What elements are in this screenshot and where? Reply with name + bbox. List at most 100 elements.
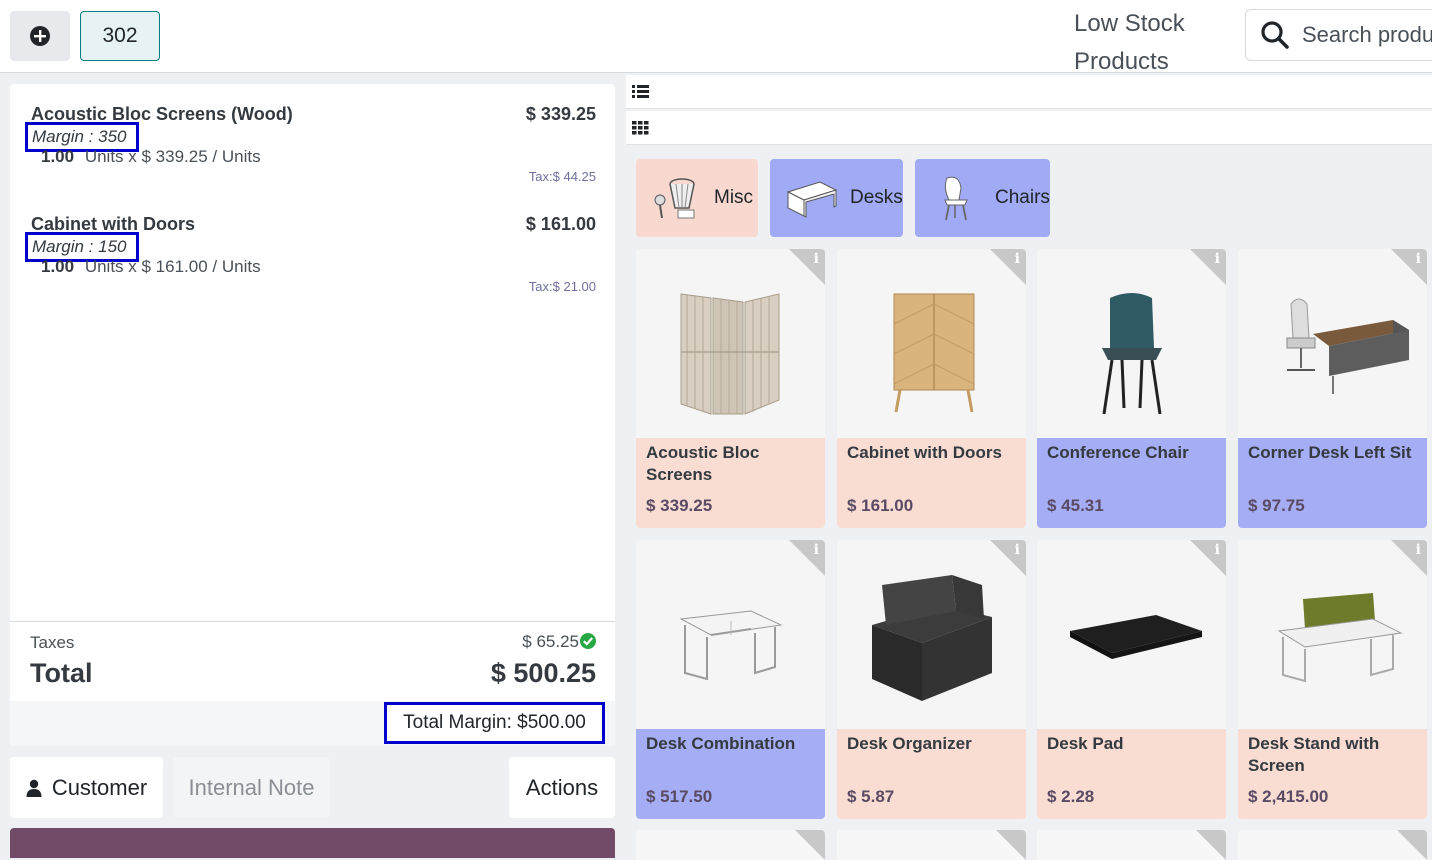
product-card[interactable]: i Conference Chair $ 45.31 (1037, 249, 1226, 528)
order-line-price: $ 161.00 (525, 214, 596, 234)
search-bar[interactable] (1245, 9, 1432, 61)
product-info-corner[interactable] (795, 830, 825, 860)
product-info-corner[interactable] (1190, 540, 1226, 576)
product-card[interactable]: i Desk Organizer $ 5.87 (837, 540, 1026, 819)
order-tab-button[interactable]: 302 (80, 11, 160, 61)
info-icon[interactable]: i (814, 542, 819, 558)
product-name: Conference Chair (1047, 443, 1189, 462)
order-line-tax: Tax:$ 21.00 (528, 279, 596, 294)
office-desk-image (1286, 298, 1409, 394)
search-icon (1261, 21, 1289, 49)
product-card-body: Desk Organizer $ 5.87 (837, 729, 1026, 819)
category-chairs[interactable]: Chairs (915, 159, 1050, 237)
chair-category-image (944, 176, 968, 221)
product-card-partial[interactable] (1238, 830, 1427, 860)
product-name: Desk Organizer (847, 734, 972, 753)
category-label: Misc (714, 187, 754, 208)
info-icon[interactable]: i (1215, 542, 1220, 558)
category-label: Chairs (995, 187, 1050, 208)
info-icon[interactable]: i (1015, 251, 1020, 267)
order-line-quantity: 1.00 Units x $ 339.25 / Units (41, 147, 261, 167)
order-line-qty-detail: Units x $ 161.00 / Units (84, 257, 261, 276)
product-card[interactable]: i Desk Combination $ 517.50 (636, 540, 825, 819)
desk-stand-image (1277, 592, 1403, 682)
product-info-corner[interactable] (990, 540, 1026, 576)
order-line-qty-value: 1.00 (41, 257, 75, 276)
taxes-value: $ 65.25 (522, 632, 579, 651)
new-order-button[interactable] (10, 11, 70, 61)
product-price: $ 2.28 (1047, 787, 1095, 806)
order-line[interactable]: Acoustic Bloc Screens (Wood) $ 339.25 Ma… (25, 104, 596, 194)
low-stock-products-link[interactable]: Low Stock Products (1074, 5, 1214, 81)
product-info-corner[interactable] (789, 249, 825, 285)
order-totals: Taxes $ 65.25 Total $ 500.25 (10, 621, 615, 701)
misc-category-image (654, 178, 695, 219)
taxes-label: Taxes (30, 633, 75, 652)
order-line-quantity: 1.00 Units x $ 161.00 / Units (41, 257, 261, 277)
total-margin-box: Total Margin: $500.00 (384, 702, 605, 744)
top-bar: 302 Low Stock Products (0, 0, 1432, 75)
category-misc[interactable]: Misc (636, 159, 758, 237)
product-name: Acoustic Bloc Screens (646, 443, 760, 484)
product-info-corner[interactable] (789, 540, 825, 576)
product-card-partial[interactable] (837, 830, 1026, 860)
screen-divider-image (680, 292, 779, 415)
desk-pad-image (1069, 614, 1202, 659)
check-circle-icon (580, 633, 596, 649)
product-card[interactable]: i Corner Desk Left Sit $ 97.75 (1238, 249, 1427, 528)
total-label: Total (30, 658, 93, 688)
plus-circle-icon (30, 26, 50, 46)
cabinet-image (893, 293, 974, 412)
product-info-corner[interactable] (1397, 830, 1427, 860)
product-card-body: Desk Pad $ 2.28 (1037, 729, 1226, 819)
grid-icon (632, 121, 649, 135)
product-info-corner[interactable] (990, 249, 1026, 285)
info-icon[interactable]: i (1215, 251, 1220, 267)
product-price: $ 161.00 (847, 496, 914, 515)
order-line-tax: Tax:$ 44.25 (528, 169, 596, 184)
product-price: $ 45.31 (1047, 496, 1104, 515)
product-card[interactable]: i Desk Stand with Screen $ 2,415.00 (1238, 540, 1427, 819)
category-desks[interactable]: Desks (770, 159, 903, 237)
list-view-toggle[interactable] (626, 75, 1432, 109)
list-icon (632, 85, 649, 98)
product-info-corner[interactable] (996, 830, 1026, 860)
info-icon[interactable]: i (1416, 542, 1421, 558)
grid-view-toggle[interactable] (626, 111, 1432, 145)
payment-bar[interactable] (10, 828, 615, 858)
order-line[interactable]: Cabinet with Doors $ 161.00 Margin : 150… (25, 214, 596, 304)
info-icon[interactable]: i (1416, 251, 1421, 267)
order-line-price: $ 339.25 (525, 104, 596, 124)
product-price: $ 339.25 (646, 496, 713, 515)
product-name: Cabinet with Doors (847, 443, 1002, 462)
desk-combination-image (678, 609, 783, 680)
product-info-corner[interactable] (1391, 540, 1427, 576)
product-card[interactable]: i Desk Pad $ 2.28 (1037, 540, 1226, 819)
product-price: $ 5.87 (847, 787, 895, 806)
product-card-body: Acoustic Bloc Screens $ 339.25 (636, 438, 825, 528)
product-card-partial[interactable] (636, 830, 825, 860)
info-icon[interactable]: i (814, 251, 819, 267)
product-name: Corner Desk Left Sit (1248, 443, 1412, 462)
product-card[interactable]: i Cabinet with Doors $ 161.00 (837, 249, 1026, 528)
product-name: Desk Stand with Screen (1248, 734, 1380, 775)
product-card-body: Conference Chair $ 45.31 (1037, 438, 1226, 528)
order-line-qty-detail: Units x $ 339.25 / Units (84, 147, 261, 166)
category-label: Desks (850, 187, 903, 208)
desk-category-image (786, 181, 838, 218)
product-price: $ 97.75 (1248, 496, 1305, 515)
actions-button[interactable]: Actions (509, 757, 615, 818)
chair-image (1101, 292, 1162, 414)
product-card-body: Desk Stand with Screen $ 2,415.00 (1238, 729, 1427, 819)
product-card-partial[interactable] (1037, 830, 1226, 860)
product-info-corner[interactable] (1196, 830, 1226, 860)
search-input[interactable] (1302, 22, 1432, 48)
product-name: Desk Combination (646, 734, 796, 753)
info-icon[interactable]: i (1015, 542, 1020, 558)
product-card[interactable]: i Acoustic Bloc Screens $ 339.25 (636, 249, 825, 528)
desk-organizer-image (871, 574, 992, 701)
internal-note-button[interactable]: Internal Note (173, 757, 330, 818)
product-info-corner[interactable] (1391, 249, 1427, 285)
customer-button[interactable]: Customer (10, 757, 163, 818)
product-info-corner[interactable] (1190, 249, 1226, 285)
